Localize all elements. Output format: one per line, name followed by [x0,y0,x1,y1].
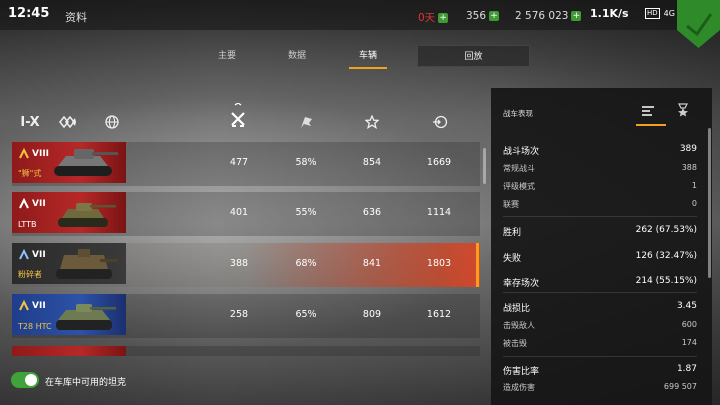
top-bar: 12:45 资料 0天 + 356 + 2 576 023 + 1.1K/s H… [0,0,720,30]
panel-title: 战车表现 [503,109,533,118]
tank-row[interactable]: VIII "狮"式 477 58% 854 1669 [12,142,480,186]
divider [503,292,697,293]
vehicle-performance-panel: 战车表现 [491,88,712,405]
tab-main[interactable]: 主要 [212,45,242,67]
add-gold-icon[interactable]: + [489,11,500,21]
winrate: 58% [295,157,317,168]
tank-image-icon [56,304,116,330]
tank-row-selected[interactable]: VII 粉碎者 388 68% 841 1803 [12,243,480,287]
gold-value: 356 [466,10,487,22]
winrate: 55% [295,207,317,218]
tank-row[interactable]: VII LTTB 401 55% 636 1114 [12,192,480,236]
credits-balance[interactable]: 2 576 023 + [515,10,582,22]
stat-row-losses: 失败 126 (32.47%) [503,251,697,264]
tank-card: VII T28 HTC [12,294,126,335]
stat-row-deaths: 被击毁 174 [503,338,697,348]
add-premium-icon[interactable]: + [438,12,449,23]
tank-tier: VIII [18,148,49,160]
battles-count: 258 [229,309,249,320]
tank-tier: VII [18,249,46,261]
divider [503,216,697,217]
tank-row[interactable]: VII T28 HTC 258 65% 809 1612 [12,294,480,338]
shield-badge-icon[interactable] [677,0,720,48]
avg-damage: 809 [362,309,382,320]
tier-rank-icon [19,148,29,159]
page-title: 资料 [65,11,87,24]
network-speed: 1.1K/s [590,7,629,20]
tier-rank-icon [19,249,29,260]
stat-row-wins: 胜利 262 (67.53%) [503,225,697,238]
tank-name: T28 HTC [18,322,52,331]
battles-count: 401 [229,207,249,218]
tank-name: 粉碎者 [18,270,42,279]
garage-available-toggle[interactable] [11,372,39,388]
avg-damage: 841 [362,258,382,269]
medal-view-icon[interactable] [676,102,696,120]
premium-days[interactable]: 0天 + [418,10,449,25]
tank-tier: VII [18,300,46,312]
winrate: 65% [295,309,317,320]
avg-damage: 636 [362,207,382,218]
tier-rank-icon [19,300,29,311]
selected-row-marker [476,243,479,287]
stat-row-league: 联赛 0 [503,199,697,209]
max-damage: 1669 [426,157,452,168]
avg-damage: 854 [362,157,382,168]
tab-stats[interactable]: 数据 [282,45,312,67]
garage-available-label: 在车库中可用的坦克 [45,378,127,388]
tank-card [12,346,126,356]
stat-row-rating: 评级模式 1 [503,181,697,191]
battles-count: 477 [229,157,249,168]
network-type: 4G [663,9,675,18]
stat-row-kd-ratio: 战损比 3.45 [503,301,697,314]
divider [503,356,697,357]
gold-balance[interactable]: 356 + [466,10,500,22]
tank-card: VII 粉碎者 [12,243,126,284]
tank-name: "狮"式 [18,169,42,178]
stat-row-damage-dealt: 造成伤害 699 507 [503,382,697,392]
tab-replay[interactable]: 回放 [417,45,530,67]
avg-damage-column-star-icon[interactable] [362,112,382,132]
stat-row-regular: 常规战斗 388 [503,163,697,173]
list-view-icon[interactable] [636,102,666,126]
winrate-column-flag-icon[interactable] [296,112,316,132]
winrate: 68% [295,258,317,269]
stat-row-battles: 战斗场次 389 [503,144,697,157]
tank-card: VIII "狮"式 [12,142,126,183]
tank-name: LTTB [18,220,37,229]
max-damage: 1114 [426,207,452,218]
nation-filter-globe-icon[interactable] [102,112,122,132]
tank-card: VII LTTB [12,192,126,233]
panel-scrollbar[interactable] [708,128,711,278]
tank-tier: VII [18,198,46,210]
max-damage-column-icon[interactable] [430,112,450,132]
hd-icon: HD [645,8,660,19]
credits-value: 2 576 023 [515,10,569,22]
premium-days-value: 0天 [418,12,436,24]
tank-image-icon [54,149,118,176]
stat-row-damage-ratio: 伤害比率 1.87 [503,364,697,377]
max-damage: 1612 [426,309,452,320]
list-scrollbar[interactable] [483,148,486,184]
tank-row-partial[interactable] [12,346,480,356]
clock: 12:45 [8,6,50,21]
add-credits-icon[interactable]: + [571,11,582,21]
stat-row-kills: 击毁敌人 600 [503,320,697,330]
max-damage: 1803 [426,258,452,269]
vehicle-type-filter-icon[interactable] [58,112,78,132]
battles-count: 388 [229,258,249,269]
tier-filter[interactable]: I-X [20,112,40,132]
tab-vehicles[interactable]: 车辆 [347,45,389,69]
tier-rank-icon [19,198,29,209]
tank-image-icon [56,249,118,279]
stat-row-survived: 幸存场次 214 (55.15%) [503,276,697,289]
battles-column-icon[interactable] [228,103,248,127]
tank-image-icon [58,203,116,227]
